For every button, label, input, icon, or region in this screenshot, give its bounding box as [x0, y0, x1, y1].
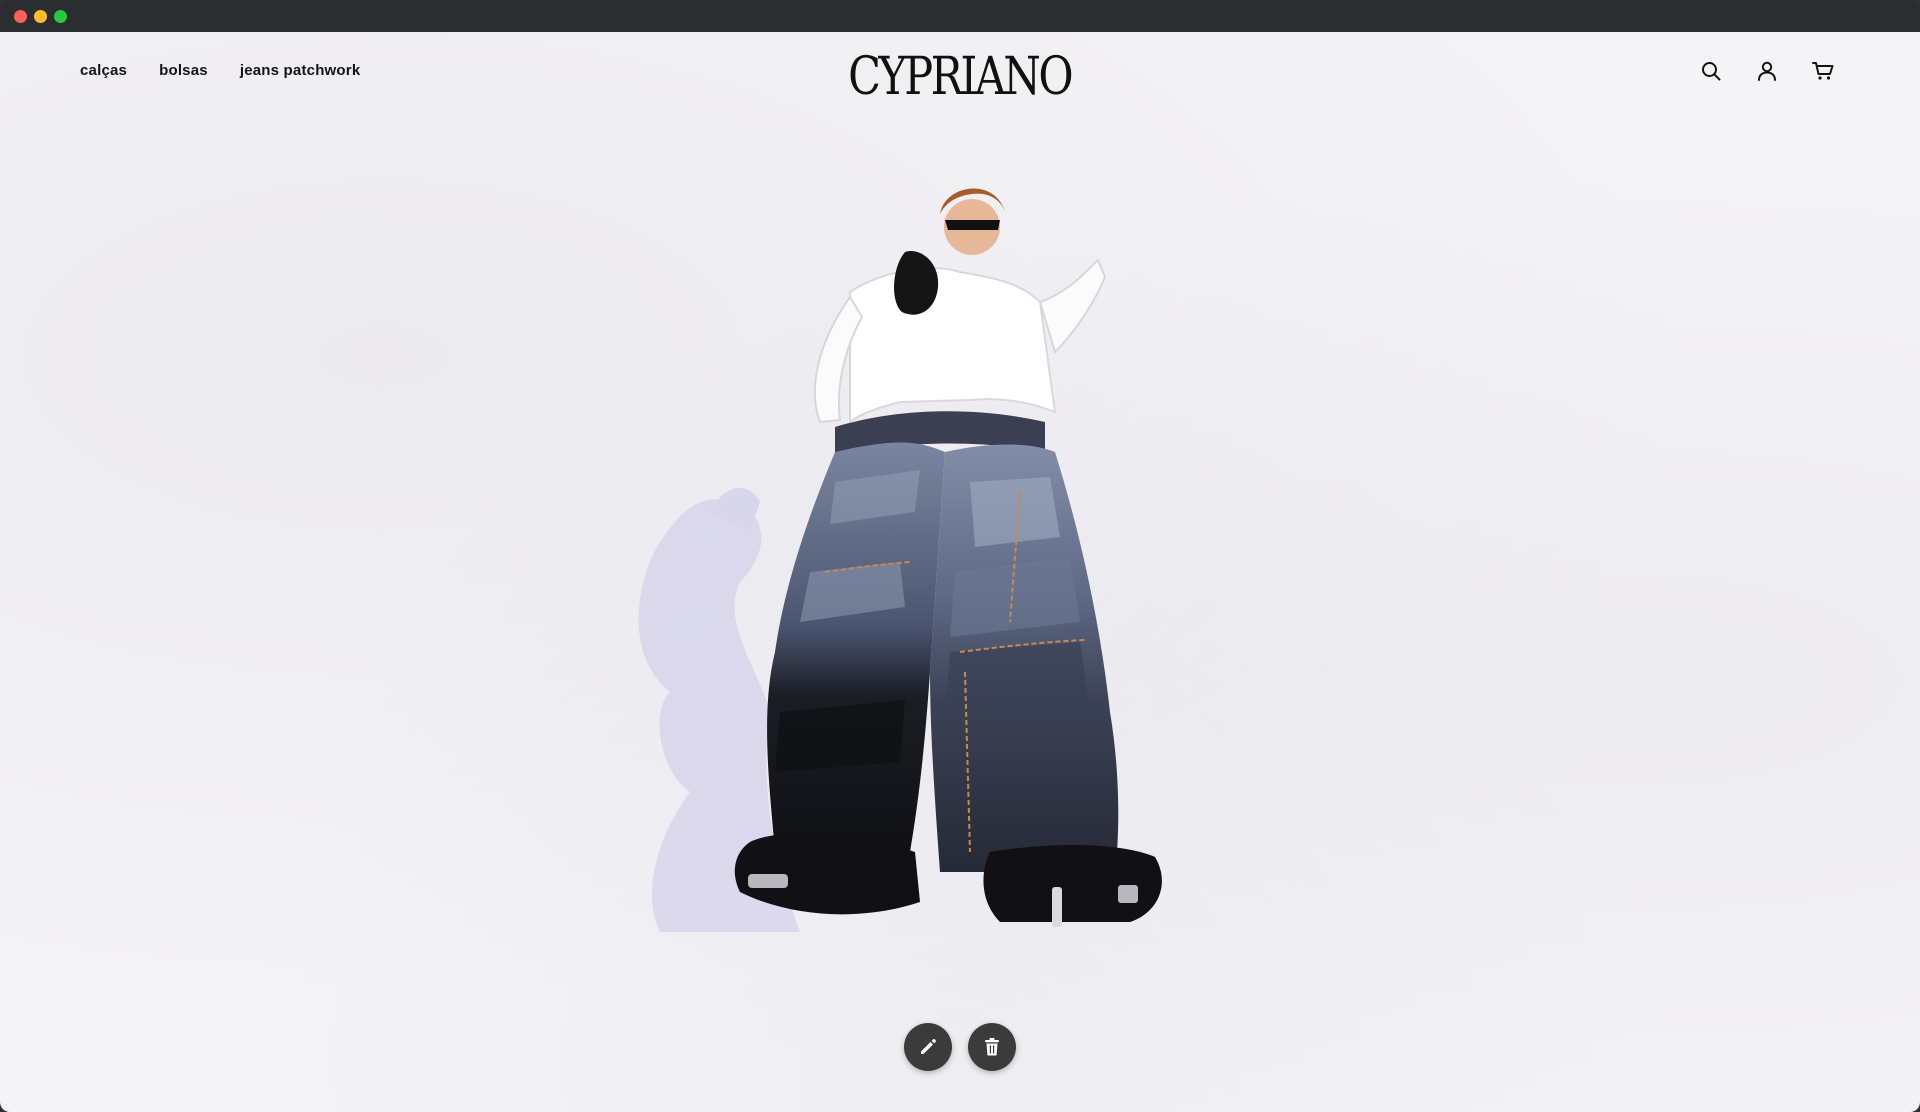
browser-window: calças bolsas jeans patchwork CYPRIANO	[0, 0, 1920, 1112]
nav-item-jeans-patchwork[interactable]: jeans patchwork	[240, 62, 361, 79]
main-nav: calças bolsas jeans patchwork	[80, 62, 360, 79]
nav-item-calcas[interactable]: calças	[80, 62, 127, 79]
brand-logo[interactable]: CYPRIANO	[849, 48, 1074, 104]
brand-logo-text: CYPRIANO	[848, 45, 1074, 107]
pencil-icon	[921, 1039, 936, 1054]
nav-item-bolsas[interactable]: bolsas	[159, 62, 208, 79]
close-window-button[interactable]	[14, 10, 27, 23]
image-actions	[904, 1023, 1016, 1071]
edit-button[interactable]	[904, 1023, 952, 1071]
cart-icon[interactable]	[1812, 60, 1834, 82]
trash-icon	[985, 1038, 999, 1056]
user-icon[interactable]	[1756, 60, 1778, 82]
maximize-window-button[interactable]	[54, 10, 67, 23]
site-header: calças bolsas jeans patchwork CYPRIANO	[0, 32, 1920, 112]
minimize-window-button[interactable]	[34, 10, 47, 23]
search-icon[interactable]	[1700, 60, 1722, 82]
delete-button[interactable]	[968, 1023, 1016, 1071]
hero-image	[600, 152, 1320, 1012]
header-icons	[1700, 60, 1834, 82]
window-titlebar	[0, 0, 1920, 32]
storefront-page: calças bolsas jeans patchwork CYPRIANO	[0, 32, 1920, 1112]
